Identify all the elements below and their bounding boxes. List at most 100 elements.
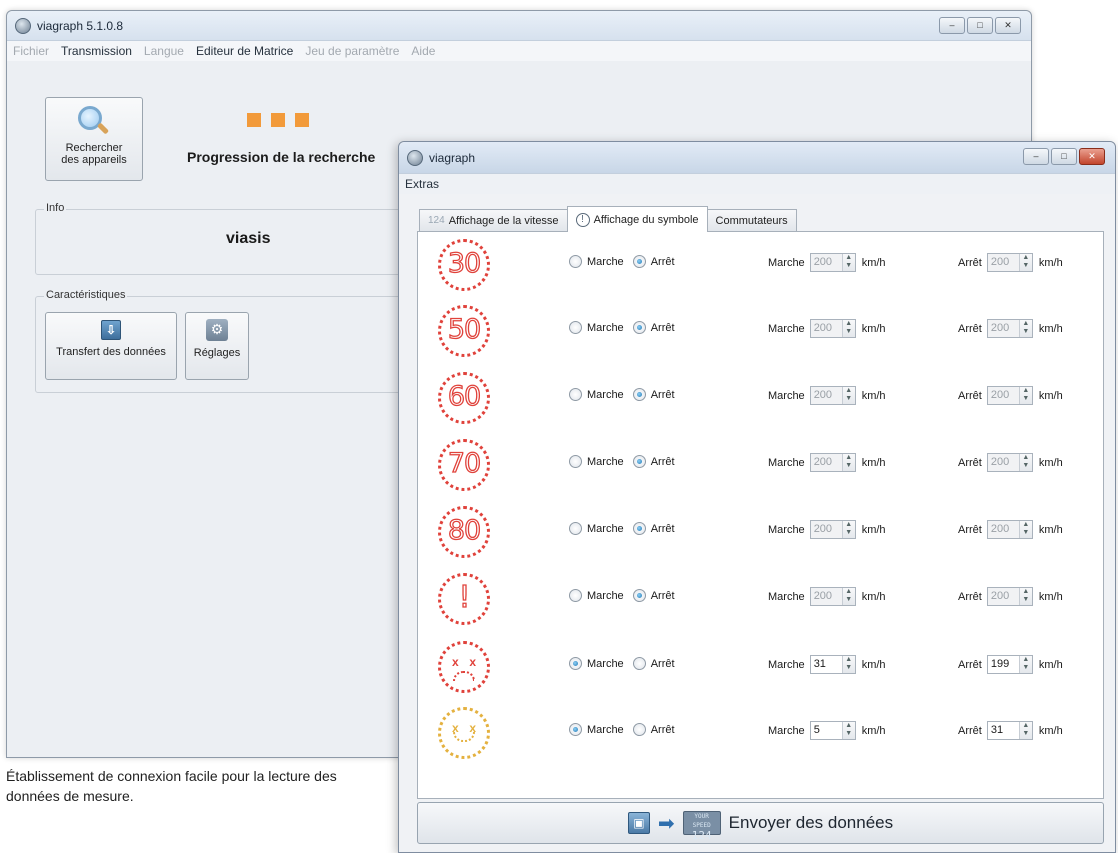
off-speed-value[interactable]: 200 [988, 521, 1019, 538]
radio-arret[interactable] [632, 522, 646, 535]
symbol-row: xx Marche Arrêt Marche 31 ▲▼ km/h Arrêt [418, 638, 1103, 704]
stepper-arrows-icon[interactable]: ▲ ▼ [841, 254, 855, 271]
off-speed-value[interactable]: 200 [988, 387, 1019, 404]
on-speed-stepper[interactable]: 200 ▲ ▼ [809, 319, 856, 338]
on-speed-value[interactable]: 200 [811, 521, 842, 538]
menu-aide[interactable]: Aide [411, 44, 435, 58]
stepper-arrows-icon[interactable]: ▲ ▼ [1018, 387, 1032, 404]
radio-marche[interactable] [569, 657, 582, 670]
off-speed-value[interactable]: 31 [988, 722, 1019, 739]
radio-arret[interactable] [632, 657, 646, 670]
off-speed-label: Arrêt [958, 724, 982, 737]
stepper-arrows-icon[interactable]: ▲ ▼ [1018, 320, 1032, 337]
maximize-button[interactable]: □ [1051, 148, 1077, 165]
radio-arret[interactable] [632, 255, 646, 268]
stepper-arrows-icon[interactable]: ▲ ▼ [1018, 656, 1032, 673]
stepper-arrows-icon[interactable]: ▲ ▼ [841, 722, 855, 739]
close-button[interactable]: ✕ [995, 17, 1021, 34]
close-button[interactable]: ✕ [1079, 148, 1105, 165]
on-speed-stepper[interactable]: 5 ▲ ▼ [809, 721, 856, 740]
maximize-button[interactable]: □ [967, 17, 993, 34]
radio-marche[interactable] [569, 455, 582, 468]
on-speed-value[interactable]: 200 [811, 454, 842, 471]
radio-arret[interactable] [632, 321, 646, 334]
dialog-menubar: Extras [399, 174, 1115, 194]
off-speed-stepper[interactable]: 200 ▲ ▼ [986, 520, 1033, 539]
on-speed-stepper[interactable]: 200 ▲ ▼ [809, 386, 856, 405]
radio-marche-label: Marche [587, 321, 624, 334]
on-speed-stepper[interactable]: 31 ▲ ▼ [809, 655, 856, 674]
minimize-button[interactable]: – [1023, 148, 1049, 165]
stepper-arrows-icon[interactable]: ▲ ▼ [841, 656, 855, 673]
progress-indicator [247, 113, 309, 127]
radio-marche[interactable] [569, 388, 582, 401]
radio-marche[interactable] [569, 321, 582, 334]
off-speed-stepper[interactable]: 200 ▲ ▼ [986, 587, 1033, 606]
off-speed-stepper[interactable]: 31 ▲ ▼ [986, 721, 1033, 740]
off-speed-stepper[interactable]: 199 ▲ ▼ [986, 655, 1033, 674]
off-speed-stepper[interactable]: 200 ▲ ▼ [986, 253, 1033, 272]
stepper-arrows-icon[interactable]: ▲ ▼ [1018, 254, 1032, 271]
menu-extras[interactable]: Extras [405, 177, 439, 191]
menu-transmission[interactable]: Transmission [61, 44, 132, 58]
off-speed-stepper[interactable]: 200 ▲ ▼ [986, 319, 1033, 338]
off-speed-stepper[interactable]: 200 ▲ ▼ [986, 386, 1033, 405]
radio-marche-label: Marche [587, 388, 624, 401]
search-devices-button[interactable]: Rechercher des appareils [45, 97, 143, 181]
off-speed-stepper[interactable]: 200 ▲ ▼ [986, 453, 1033, 472]
stepper-arrows-icon[interactable]: ▲ ▼ [841, 320, 855, 337]
stepper-arrows-icon[interactable]: ▲ ▼ [841, 387, 855, 404]
stepper-arrows-icon[interactable]: ▲ ▼ [1018, 588, 1032, 605]
off-speed-value[interactable]: 200 [988, 320, 1019, 337]
tab-switches-label: Commutateurs [715, 215, 788, 227]
off-speed-value[interactable]: 200 [988, 454, 1019, 471]
minimize-button[interactable]: – [939, 17, 965, 34]
off-speed-value[interactable]: 200 [988, 254, 1019, 271]
menu-fichier[interactable]: Fichier [13, 44, 49, 58]
stepper-arrows-icon[interactable]: ▲ ▼ [1018, 521, 1032, 538]
on-speed-value[interactable]: 5 [811, 722, 842, 739]
stepper-arrows-icon[interactable]: ▲ ▼ [841, 588, 855, 605]
settings-button[interactable]: ⚙ Réglages [185, 312, 249, 380]
menu-langue[interactable]: Langue [144, 44, 184, 58]
on-speed-stepper[interactable]: 200 ▲ ▼ [809, 520, 856, 539]
send-data-button[interactable]: ▣ ➡ YOUR SPEED 124 Envoyer des données [417, 802, 1104, 844]
stepper-arrows-icon[interactable]: ▲ ▼ [841, 454, 855, 471]
radio-arret[interactable] [632, 589, 646, 602]
on-speed-value[interactable]: 200 [811, 254, 842, 271]
dialog-titlebar[interactable]: viagraph – □ ✕ [399, 142, 1115, 174]
radio-marche[interactable] [569, 255, 582, 268]
radio-marche[interactable] [569, 589, 582, 602]
menu-jeu-parametre[interactable]: Jeu de paramètre [305, 44, 399, 58]
off-speed-value[interactable]: 200 [988, 588, 1019, 605]
stepper-arrows-icon[interactable]: ▲ ▼ [841, 521, 855, 538]
sign-symbol-text: 60 [447, 380, 482, 412]
on-speed-value[interactable]: 200 [811, 320, 842, 337]
radio-marche-label: Marche [587, 723, 624, 736]
radio-arret-label: Arrêt [650, 522, 675, 535]
tab-symbol-display[interactable]: ! Affichage du symbole [566, 206, 708, 232]
on-speed-value[interactable]: 200 [811, 387, 842, 404]
menu-editeur-matrice[interactable]: Editeur de Matrice [196, 44, 293, 58]
radio-marche[interactable] [569, 723, 582, 736]
radio-marche-label: Marche [587, 255, 624, 268]
on-speed-value[interactable]: 200 [811, 588, 842, 605]
radio-marche[interactable] [569, 522, 582, 535]
tab-switches[interactable]: Commutateurs [706, 209, 797, 232]
off-speed-value[interactable]: 199 [988, 656, 1019, 673]
on-speed-stepper[interactable]: 200 ▲ ▼ [809, 253, 856, 272]
radio-arret[interactable] [632, 455, 646, 468]
off-speed-group: Arrêt 200 ▲ ▼ km/h [958, 587, 1063, 606]
tab-speed-display[interactable]: 124 Affichage de la vitesse [419, 209, 568, 232]
main-titlebar[interactable]: viagraph 5.1.0.8 – □ ✕ [7, 11, 1031, 41]
data-transfer-button[interactable]: ⇩ Transfert des données [45, 312, 177, 380]
search-button-label-line2: des appareils [61, 154, 127, 166]
on-speed-value[interactable]: 31 [811, 656, 842, 673]
radio-arret[interactable] [632, 388, 646, 401]
on-speed-stepper[interactable]: 200 ▲ ▼ [809, 453, 856, 472]
stepper-arrows-icon[interactable]: ▲ ▼ [1018, 454, 1032, 471]
stepper-arrows-icon[interactable]: ▲ ▼ [1018, 722, 1032, 739]
on-speed-stepper[interactable]: 200 ▲ ▼ [809, 587, 856, 606]
radio-arret[interactable] [632, 723, 646, 736]
on-speed-group: Marche 200 ▲ ▼ km/h [768, 587, 886, 606]
